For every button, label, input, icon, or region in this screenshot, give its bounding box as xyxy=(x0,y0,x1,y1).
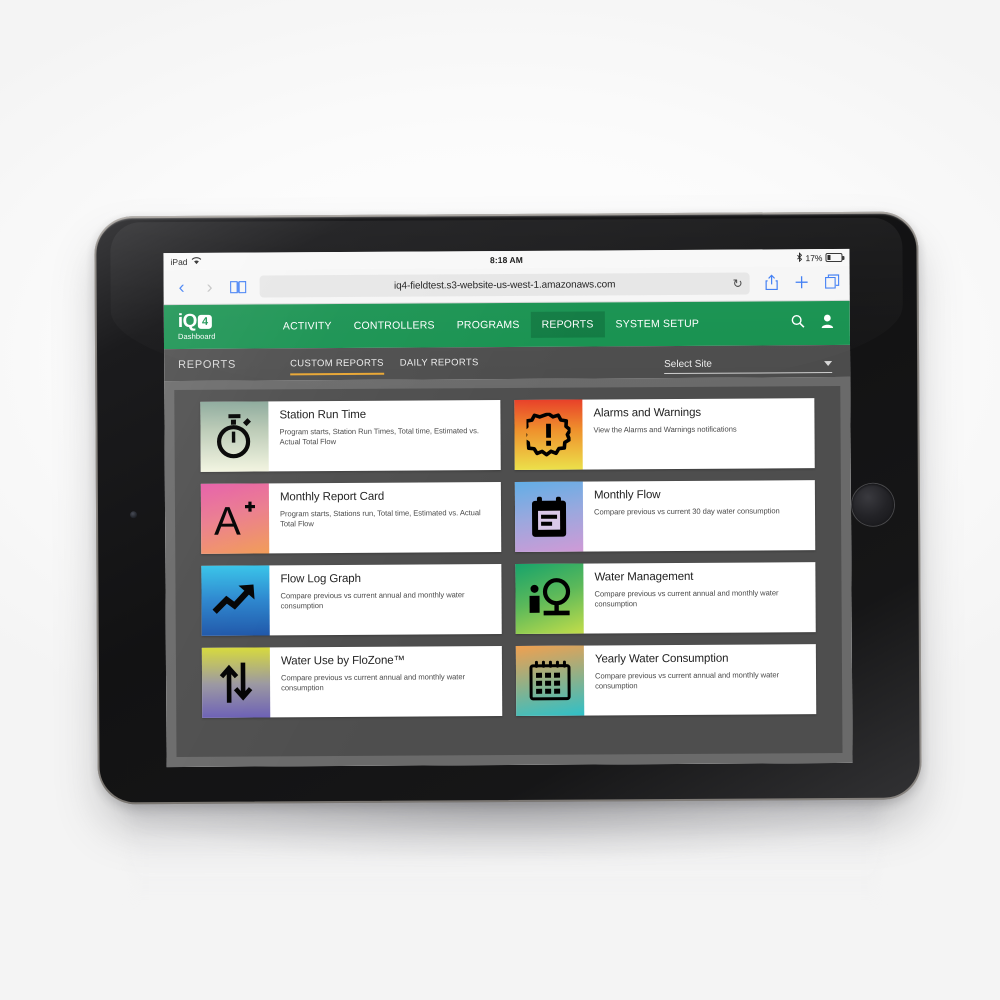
report-text: Water Use by FloZone™ Compare previous v… xyxy=(270,646,502,717)
nav-item-activity[interactable]: ACTIVITY xyxy=(272,313,343,339)
page-body: Station Run Time Program starts, Station… xyxy=(164,376,853,768)
report-text: Flow Log Graph Compare previous vs curre… xyxy=(269,564,501,635)
trend-up-arrow-icon xyxy=(212,583,258,619)
report-tile xyxy=(200,401,269,472)
site-select-dropdown[interactable]: Select Site xyxy=(664,358,833,375)
report-description: Compare previous vs current 30 day water… xyxy=(593,505,780,517)
user-icon[interactable] xyxy=(821,314,834,333)
report-tile xyxy=(515,645,585,716)
report-tile xyxy=(515,563,584,634)
report-title: Water Management xyxy=(594,570,694,584)
home-button[interactable] xyxy=(851,483,895,526)
report-title: Monthly Flow xyxy=(593,489,661,502)
calendar-grid-icon xyxy=(528,660,572,702)
logo-badge: 4 xyxy=(197,314,212,329)
url-text: iq4-fieldtest.s3-website-us-west-1.amazo… xyxy=(393,278,616,292)
report-tile xyxy=(514,399,583,470)
report-tile xyxy=(201,565,270,636)
report-tile: A xyxy=(200,483,270,554)
browser-right-icons xyxy=(764,273,840,292)
report-text: Alarms and Warnings View the Alarms and … xyxy=(582,399,747,470)
report-card-alarms-and-warnings[interactable]: Alarms and Warnings View the Alarms and … xyxy=(514,398,815,470)
report-text: Monthly Report Card Program starts, Stat… xyxy=(269,482,501,553)
reload-icon[interactable]: ↻ xyxy=(733,277,743,291)
url-bar[interactable]: iq4-fieldtest.s3-website-us-west-1.amazo… xyxy=(259,272,750,298)
clipboard-calendar-icon xyxy=(528,495,570,539)
app-logo[interactable]: iQ 4 Dashboard xyxy=(177,310,250,342)
logo-text: iQ xyxy=(177,310,197,332)
report-description: Compare previous vs current annual and m… xyxy=(594,669,780,691)
bluetooth-icon xyxy=(796,251,803,264)
report-card-flow-log-graph[interactable]: Flow Log Graph Compare previous vs curre… xyxy=(201,564,502,636)
report-description: Program starts, Stations run, Total time… xyxy=(280,507,481,529)
up-down-arrows-icon xyxy=(216,661,256,705)
search-icon[interactable] xyxy=(791,314,805,333)
logo-wordmark: iQ 4 xyxy=(177,310,250,332)
report-card-water-management[interactable]: Water Management Compare previous vs cur… xyxy=(515,562,816,634)
report-tabs: CUSTOM REPORTS DAILY REPORTS xyxy=(290,355,479,375)
report-title: Flow Log Graph xyxy=(280,572,361,586)
site-select-value: Select Site xyxy=(664,358,712,371)
book-icon[interactable] xyxy=(230,280,247,294)
svg-text:A: A xyxy=(214,500,241,541)
tabs-icon[interactable] xyxy=(824,274,840,292)
tab-daily-reports[interactable]: DAILY REPORTS xyxy=(400,357,479,374)
logo-subtitle: Dashboard xyxy=(177,331,216,342)
reports-panel: Station Run Time Program starts, Station… xyxy=(174,385,843,758)
front-camera xyxy=(130,511,138,519)
status-time: 8:18 AM xyxy=(489,254,523,265)
report-text: Water Management Compare previous vs cur… xyxy=(583,562,815,633)
nav-item-controllers[interactable]: CONTROLLERS xyxy=(343,312,446,339)
report-card-monthly-report-card[interactable]: A Monthly Report Card Program starts, St… xyxy=(200,482,502,554)
report-tile xyxy=(514,481,584,552)
tab-custom-reports[interactable]: CUSTOM REPORTS xyxy=(290,357,384,375)
chevron-down-icon xyxy=(824,361,833,367)
nav-item-programs[interactable]: PROGRAMS xyxy=(446,312,531,339)
alert-burst-icon xyxy=(526,412,571,457)
chevron-right-icon: › xyxy=(206,276,213,297)
report-description: Compare previous vs current annual and m… xyxy=(594,587,779,609)
report-description: Compare previous vs current annual and m… xyxy=(281,671,466,693)
battery-icon xyxy=(825,253,843,262)
report-title: Water Use by FloZone™ xyxy=(280,654,405,668)
report-title: Monthly Report Card xyxy=(279,490,385,504)
plus-icon[interactable] xyxy=(794,274,810,292)
app-navbar: iQ 4 Dashboard ACTIVITY CONTROLLERS PROGR… xyxy=(163,300,851,350)
ipad-device: iPad 8:18 AM 17% ‹ › iq4-fieldtest.s3-we… xyxy=(94,211,922,805)
stopwatch-icon xyxy=(212,414,256,460)
report-card-yearly-water-consumption[interactable]: Yearly Water Consumption Compare previou… xyxy=(515,644,817,716)
primary-nav: ACTIVITY CONTROLLERS PROGRAMS REPORTS SY… xyxy=(272,311,710,340)
report-card-water-use-by-flozone[interactable]: Water Use by FloZone™ Compare previous v… xyxy=(201,646,503,718)
report-description: Compare previous vs current annual and m… xyxy=(280,589,465,611)
report-text: Monthly Flow Compare previous vs current… xyxy=(583,480,790,551)
chevron-left-icon[interactable]: ‹ xyxy=(174,277,190,297)
report-card-monthly-flow[interactable]: Monthly Flow Compare previous vs current… xyxy=(514,480,816,552)
report-title: Station Run Time xyxy=(279,408,367,422)
water-meter-icon xyxy=(526,578,572,620)
reports-grid: Station Run Time Program starts, Station… xyxy=(200,398,817,718)
sub-navbar: REPORTS CUSTOM REPORTS DAILY REPORTS Sel… xyxy=(164,344,851,382)
app-navbar-actions xyxy=(791,313,850,332)
status-right: 17% xyxy=(796,251,843,264)
report-title: Yearly Water Consumption xyxy=(594,652,729,666)
report-title: Alarms and Warnings xyxy=(593,406,702,420)
report-description: View the Alarms and Warnings notificatio… xyxy=(593,424,737,435)
report-text: Yearly Water Consumption Compare previou… xyxy=(584,644,816,715)
nav-item-reports[interactable]: REPORTS xyxy=(530,311,605,338)
nav-item-system-setup[interactable]: SYSTEM SETUP xyxy=(604,311,710,338)
battery-percent-label: 17% xyxy=(805,252,823,263)
report-tile xyxy=(201,647,271,718)
report-description: Program starts, Station Run Times, Total… xyxy=(279,425,479,447)
device-screen: iPad 8:18 AM 17% ‹ › iq4-fieldtest.s3-we… xyxy=(163,248,853,768)
page-title: REPORTS xyxy=(178,358,237,372)
share-icon[interactable] xyxy=(764,274,780,293)
report-text: Station Run Time Program starts, Station… xyxy=(268,400,500,471)
report-card-station-run-time[interactable]: Station Run Time Program starts, Station… xyxy=(200,400,501,472)
a-plus-grade-icon: A xyxy=(212,497,258,541)
browser-toolbar: ‹ › iq4-fieldtest.s3-website-us-west-1.a… xyxy=(163,265,850,306)
